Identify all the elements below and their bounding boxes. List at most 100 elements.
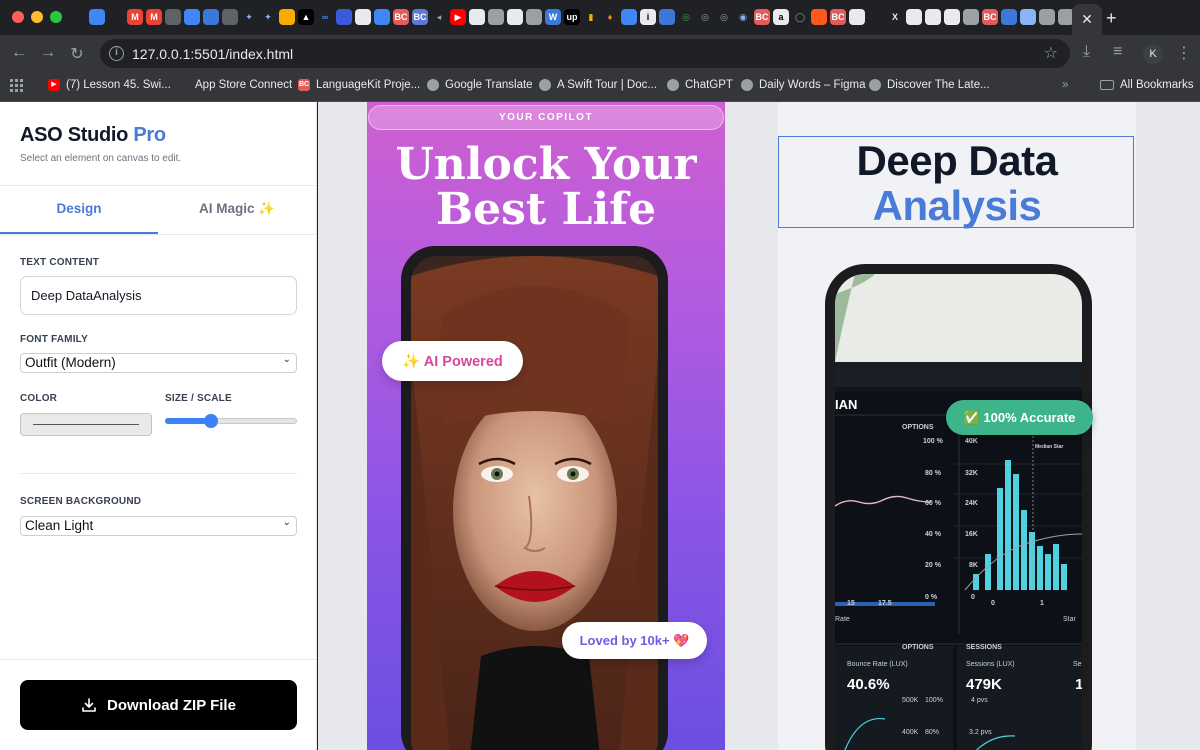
forward-arrow-icon[interactable]: →	[38, 44, 58, 62]
loved-badge[interactable]: Loved by 10k+ 💖	[562, 622, 707, 659]
phone-mockup[interactable]	[401, 246, 668, 750]
more-bookmarks-chevron-icon[interactable]: »	[1062, 79, 1068, 91]
search-icon[interactable]	[1001, 9, 1017, 25]
chatgpt-icon[interactable]	[222, 9, 238, 25]
globe-icon[interactable]	[1039, 9, 1055, 25]
tab-favicon-icon[interactable]	[108, 9, 124, 25]
active-tab[interactable]: ✕	[1072, 4, 1102, 35]
accurate-badge[interactable]: ✅ 100% Accurate	[946, 400, 1093, 435]
minimize-window-button[interactable]	[31, 11, 43, 23]
bookmark-star-icon[interactable]: ☆	[1044, 43, 1058, 63]
close-tab-icon[interactable]: ✕	[1081, 11, 1093, 28]
bookmark-item[interactable]: A Swift Tour | Doc...	[539, 79, 657, 91]
firebase-icon[interactable]: ♦	[602, 9, 618, 25]
bookmark-item[interactable]: App Store Connect	[177, 79, 292, 91]
all-bookmarks-folder[interactable]: All Bookmarks	[1100, 79, 1194, 91]
reading-list-icon[interactable]: ≡	[1113, 43, 1122, 61]
headline-line-2[interactable]: Best Life	[367, 187, 725, 233]
tab-favicon-icon[interactable]	[89, 9, 105, 25]
size-scale-slider[interactable]	[165, 414, 297, 428]
amazon-icon[interactable]: a	[773, 9, 789, 25]
tab-favicon-icon[interactable]	[621, 9, 637, 25]
bookmark-item[interactable]: ▶ (7) Lesson 45. Swi...	[48, 79, 171, 91]
tab-favicon-icon[interactable]: ◎	[697, 9, 713, 25]
profile-avatar[interactable]: K	[1143, 44, 1163, 64]
wordpress-icon[interactable]: W	[545, 9, 561, 25]
apps-grid-icon[interactable]	[10, 79, 23, 92]
bookmark-item[interactable]: BC LanguageKit Proje...	[298, 79, 420, 91]
new-tab-button[interactable]: +	[1106, 8, 1117, 29]
tab-favicon-icon[interactable]	[70, 9, 86, 25]
analytics-icon[interactable]	[279, 9, 295, 25]
screen-background-select[interactable]: Clean Light ⌄	[20, 516, 297, 536]
tab-favicon-icon[interactable]	[203, 9, 219, 25]
tab-favicon-icon[interactable]	[507, 9, 523, 25]
gemini-icon[interactable]: ✦	[241, 9, 257, 25]
upwork-icon[interactable]: up	[564, 9, 580, 25]
download-zip-button[interactable]: Download ZIP File	[20, 680, 297, 730]
globe-icon[interactable]	[488, 9, 504, 25]
bookmark-item[interactable]: Daily Words – Figma	[741, 79, 866, 91]
tab-design[interactable]: Design	[0, 201, 158, 216]
youtube-icon[interactable]: ▶	[450, 9, 466, 25]
tab-favicon-icon[interactable]	[336, 9, 352, 25]
bookmark-item[interactable]: Discover The Late...	[869, 79, 990, 91]
globe-icon[interactable]	[526, 9, 542, 25]
bookmark-item[interactable]: ChatGPT	[667, 79, 733, 91]
tab-favicon-icon[interactable]: ◎	[716, 9, 732, 25]
reload-icon[interactable]: ↻	[67, 44, 87, 64]
tab-favicon-icon[interactable]	[906, 9, 922, 25]
tab-favicon-icon[interactable]	[811, 9, 827, 25]
globe-icon[interactable]	[963, 9, 979, 25]
languagekit-icon[interactable]: BC	[412, 9, 428, 25]
tab-favicon-icon[interactable]	[1020, 9, 1036, 25]
tab-favicon-icon[interactable]: ▲	[298, 9, 314, 25]
tab-favicon-icon[interactable]: ◯	[792, 9, 808, 25]
tab-favicon-icon[interactable]: ◉	[735, 9, 751, 25]
bookmark-item[interactable]: Google Translate	[427, 79, 533, 91]
github-icon[interactable]	[925, 9, 941, 25]
font-family-select[interactable]: Outfit (Modern) ⌄	[20, 353, 297, 373]
ai-powered-badge[interactable]: ✨ AI Powered	[382, 341, 523, 381]
languagekit-icon[interactable]: BC	[754, 9, 770, 25]
headline-line-1[interactable]: Deep Data	[778, 138, 1136, 184]
tab-favicon-icon[interactable]	[165, 9, 181, 25]
meta-icon[interactable]: ∞	[317, 9, 333, 25]
copilot-pill[interactable]: YOUR COPILOT	[368, 105, 724, 130]
languagekit-icon[interactable]: BC	[830, 9, 846, 25]
tab-favicon-icon[interactable]	[659, 9, 675, 25]
translate-icon[interactable]	[374, 9, 390, 25]
text-content-input[interactable]: Deep DataAnalysis	[20, 276, 297, 315]
back-arrow-icon[interactable]: ←	[9, 44, 29, 62]
close-window-button[interactable]	[12, 11, 24, 23]
maximize-window-button[interactable]	[50, 11, 62, 23]
address-bar[interactable]: i 127.0.0.1:5501/index.html ☆	[100, 39, 1070, 68]
gmail-icon[interactable]: M	[127, 9, 143, 25]
github-icon[interactable]	[944, 9, 960, 25]
site-info-icon[interactable]: i	[109, 46, 124, 61]
phone-mockup[interactable]: IAN OPTIONS 100 % 80 % 60 % 40 % 20 % 0 …	[825, 264, 1092, 750]
apple-icon[interactable]	[868, 9, 884, 25]
download-icon[interactable]: ⤓	[1083, 43, 1090, 61]
screenshot-card-2[interactable]: Deep Data Analysis IAN OPTIONS 100 % 80 …	[778, 102, 1136, 750]
color-picker[interactable]	[20, 413, 152, 436]
headline-line-2[interactable]: Analysis	[778, 183, 1136, 229]
tab-favicon-icon[interactable]	[849, 9, 865, 25]
tab-ai-magic[interactable]: AI Magic ✨	[158, 201, 316, 217]
tab-favicon-icon[interactable]	[355, 9, 371, 25]
gmail-icon[interactable]: M	[146, 9, 162, 25]
info-icon[interactable]: i	[640, 9, 656, 25]
github-icon[interactable]	[469, 9, 485, 25]
more-menu-icon[interactable]: ⋮	[1176, 43, 1192, 63]
speaker-icon[interactable]: ◂	[431, 9, 447, 25]
chart-icon[interactable]: ▮	[583, 9, 599, 25]
slider-handle[interactable]	[204, 414, 219, 428]
languagekit-icon[interactable]: BC	[982, 9, 998, 25]
languagekit-icon[interactable]: BC	[393, 9, 409, 25]
gemini-icon[interactable]: ✦	[260, 9, 276, 25]
screenshot-card-1[interactable]: YOUR COPILOT Unlock Your Best Life ✨ AI …	[367, 102, 725, 750]
docs-icon[interactable]	[184, 9, 200, 25]
url-text[interactable]: 127.0.0.1:5501/index.html	[132, 46, 293, 62]
headline-line-1[interactable]: Unlock Your	[367, 142, 725, 188]
x-icon[interactable]: X	[887, 9, 903, 25]
